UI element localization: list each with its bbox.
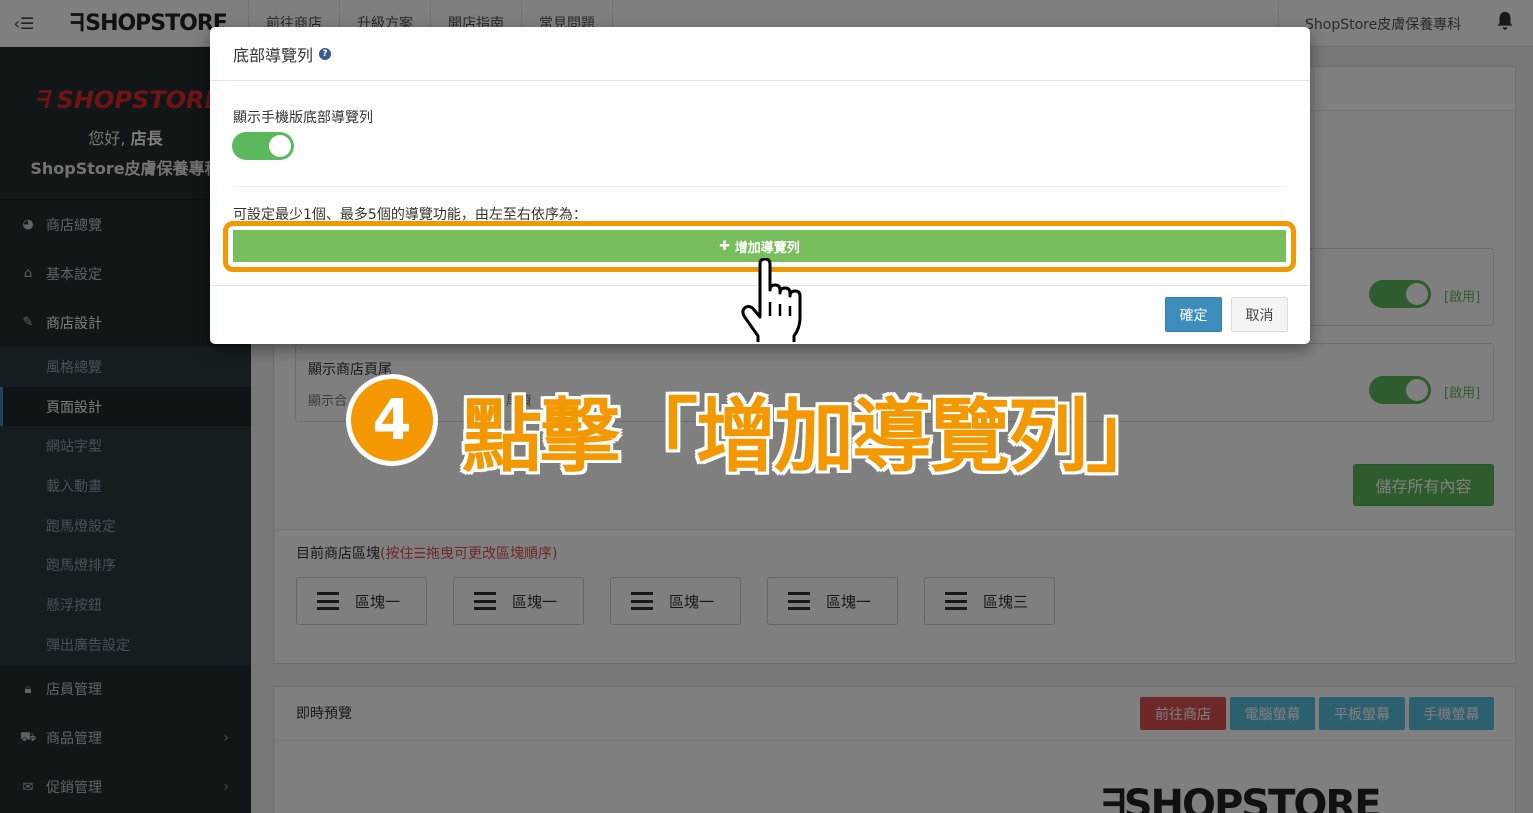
- cancel-button[interactable]: 取消: [1231, 297, 1288, 332]
- mobile-bottom-nav-toggle[interactable]: [232, 132, 294, 160]
- step-instruction: 點擊「增加導覽列」: [462, 390, 1166, 483]
- question-circle-icon[interactable]: ?: [319, 47, 332, 60]
- step-number-badge: 4: [346, 374, 438, 466]
- modal-header: 底部導覽列 ?: [210, 27, 1310, 81]
- mobile-bottom-nav-label: 顯示手機版底部導覽列: [233, 110, 373, 126]
- hand-pointer-icon: [741, 258, 802, 342]
- plus-icon: ✚: [719, 238, 735, 254]
- toggle-knob: [269, 135, 291, 157]
- modal-title: 底部導覽列: [233, 45, 314, 65]
- modal-divider: [233, 186, 1287, 187]
- confirm-button[interactable]: 確定: [1165, 297, 1222, 332]
